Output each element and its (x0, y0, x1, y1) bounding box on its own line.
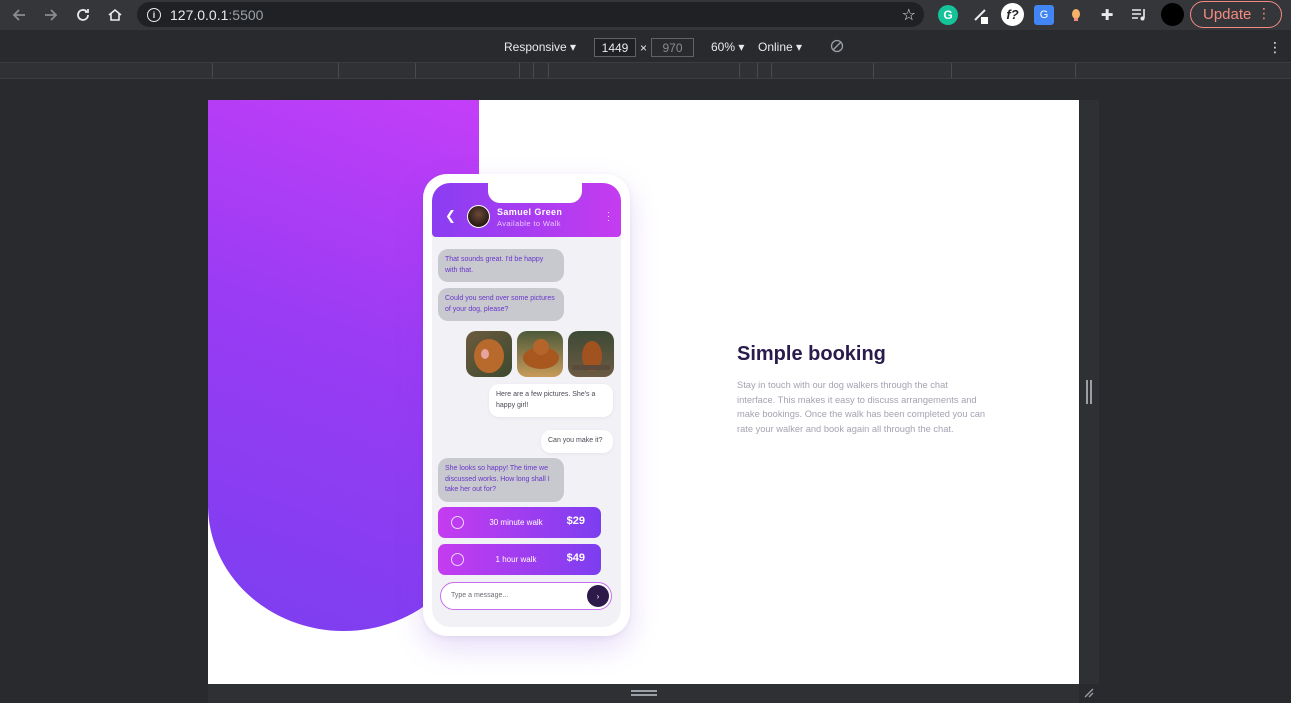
reload-icon[interactable] (68, 0, 98, 30)
forward-icon[interactable] (36, 0, 66, 30)
media-query-ruler (0, 62, 1291, 79)
dog-photo[interactable] (466, 331, 512, 377)
device-toolbar-menu-icon[interactable]: ⋮ (1268, 39, 1282, 56)
extensions-puzzle-icon[interactable]: ✚ (1097, 5, 1117, 25)
address-bar[interactable]: i 127.0.0.1:5500 ☆ (137, 2, 924, 27)
dimension-separator: × (640, 41, 648, 55)
rotate-icon[interactable] (830, 39, 844, 56)
message-input[interactable]: Type a message... › (440, 582, 612, 610)
back-icon[interactable] (4, 0, 34, 30)
viewport-height-input[interactable]: 970 (651, 38, 694, 57)
device-toolbar: Responsive ▾ 1449 × 970 60% ▾ Online ▾ ⋮ (0, 34, 1291, 62)
feature-title: Simple booking (737, 343, 886, 365)
home-icon[interactable] (100, 0, 130, 30)
message-input-placeholder: Type a message... (451, 592, 509, 599)
radio-icon[interactable] (451, 553, 464, 566)
walk-option-1-hour[interactable]: 1 hour walk $49 (438, 544, 601, 575)
device-select[interactable]: Responsive ▾ (504, 40, 576, 54)
message-bubble: She looks so happy! The time we discusse… (438, 458, 564, 502)
contact-avatar (467, 205, 490, 228)
zoom-select-label: 60% (711, 40, 736, 54)
walk-option-price: $29 (566, 515, 585, 527)
network-throttle-label: Online (758, 40, 793, 54)
phone-notch (488, 183, 582, 203)
url-port: :5500 (228, 6, 264, 23)
zoom-select[interactable]: 60% ▾ (711, 40, 744, 54)
translate-extension-icon[interactable]: G (1034, 5, 1054, 25)
phone-mockup: ❮ Samuel Green Available to Walk · · · Tha… (423, 174, 630, 636)
dog-photo[interactable] (517, 331, 563, 377)
device-select-label: Responsive (504, 40, 567, 54)
color-picker-extension-icon[interactable] (970, 5, 990, 25)
grammarly-extension-icon[interactable]: G (938, 5, 958, 25)
message-bubble: Can you make it? (541, 430, 613, 453)
menu-kebab-icon: ⋮ (1257, 5, 1271, 21)
update-button-label: Update (1203, 6, 1252, 23)
contact-name: Samuel Green (497, 207, 563, 217)
lightbulb-extension-icon[interactable] (1066, 5, 1086, 25)
network-throttle-select[interactable]: Online ▾ (758, 40, 802, 54)
radio-icon[interactable] (451, 516, 464, 529)
chat-menu-icon[interactable]: · · · (607, 208, 610, 225)
viewport-width-input[interactable]: 1449 (594, 38, 636, 57)
message-bubble: Here are a few pictures. She's a happy g… (489, 384, 613, 417)
walk-option-label: 1 hour walk (495, 555, 537, 564)
walk-option-label: 30 minute walk (489, 518, 543, 527)
dog-photo[interactable] (568, 331, 614, 377)
font-extension-icon[interactable]: f? (1001, 3, 1024, 26)
message-bubble: Could you send over some pictures of you… (438, 288, 564, 321)
site-info-icon[interactable]: i (147, 7, 161, 22)
send-button[interactable]: › (587, 585, 609, 607)
profile-avatar-icon[interactable] (1161, 3, 1184, 26)
viewport-resize-corner-icon[interactable] (1082, 686, 1096, 700)
bookmark-star-icon[interactable]: ☆ (902, 5, 916, 25)
update-button[interactable]: Update ⋮ (1190, 1, 1282, 28)
back-arrow-icon[interactable]: ❮ (445, 208, 456, 224)
feature-description: Stay in touch with our dog walkers throu… (737, 380, 986, 434)
viewport-resize-handle-bottom[interactable] (208, 684, 1079, 703)
media-control-icon[interactable] (1129, 5, 1149, 25)
page-viewport: ❮ Samuel Green Available to Walk · · · Tha… (208, 100, 1079, 684)
url-host: 127.0.0.1 (170, 6, 229, 23)
message-bubble: That sounds great. I'd be happy with tha… (438, 249, 564, 282)
phone-screen: ❮ Samuel Green Available to Walk · · · Tha… (432, 183, 621, 627)
feature-section: Simple booking Stay in touch with our do… (737, 343, 987, 436)
browser-toolbar: i 127.0.0.1:5500 ☆ G f? G ✚ Update ⋮ (0, 0, 1291, 30)
contact-status: Available to Walk (497, 219, 561, 228)
walk-option-30-min[interactable]: 30 minute walk $29 (438, 507, 601, 538)
viewport-resize-handle-right[interactable] (1080, 100, 1099, 684)
walk-option-price: $49 (566, 552, 585, 564)
dog-photo-gallery (466, 331, 615, 377)
